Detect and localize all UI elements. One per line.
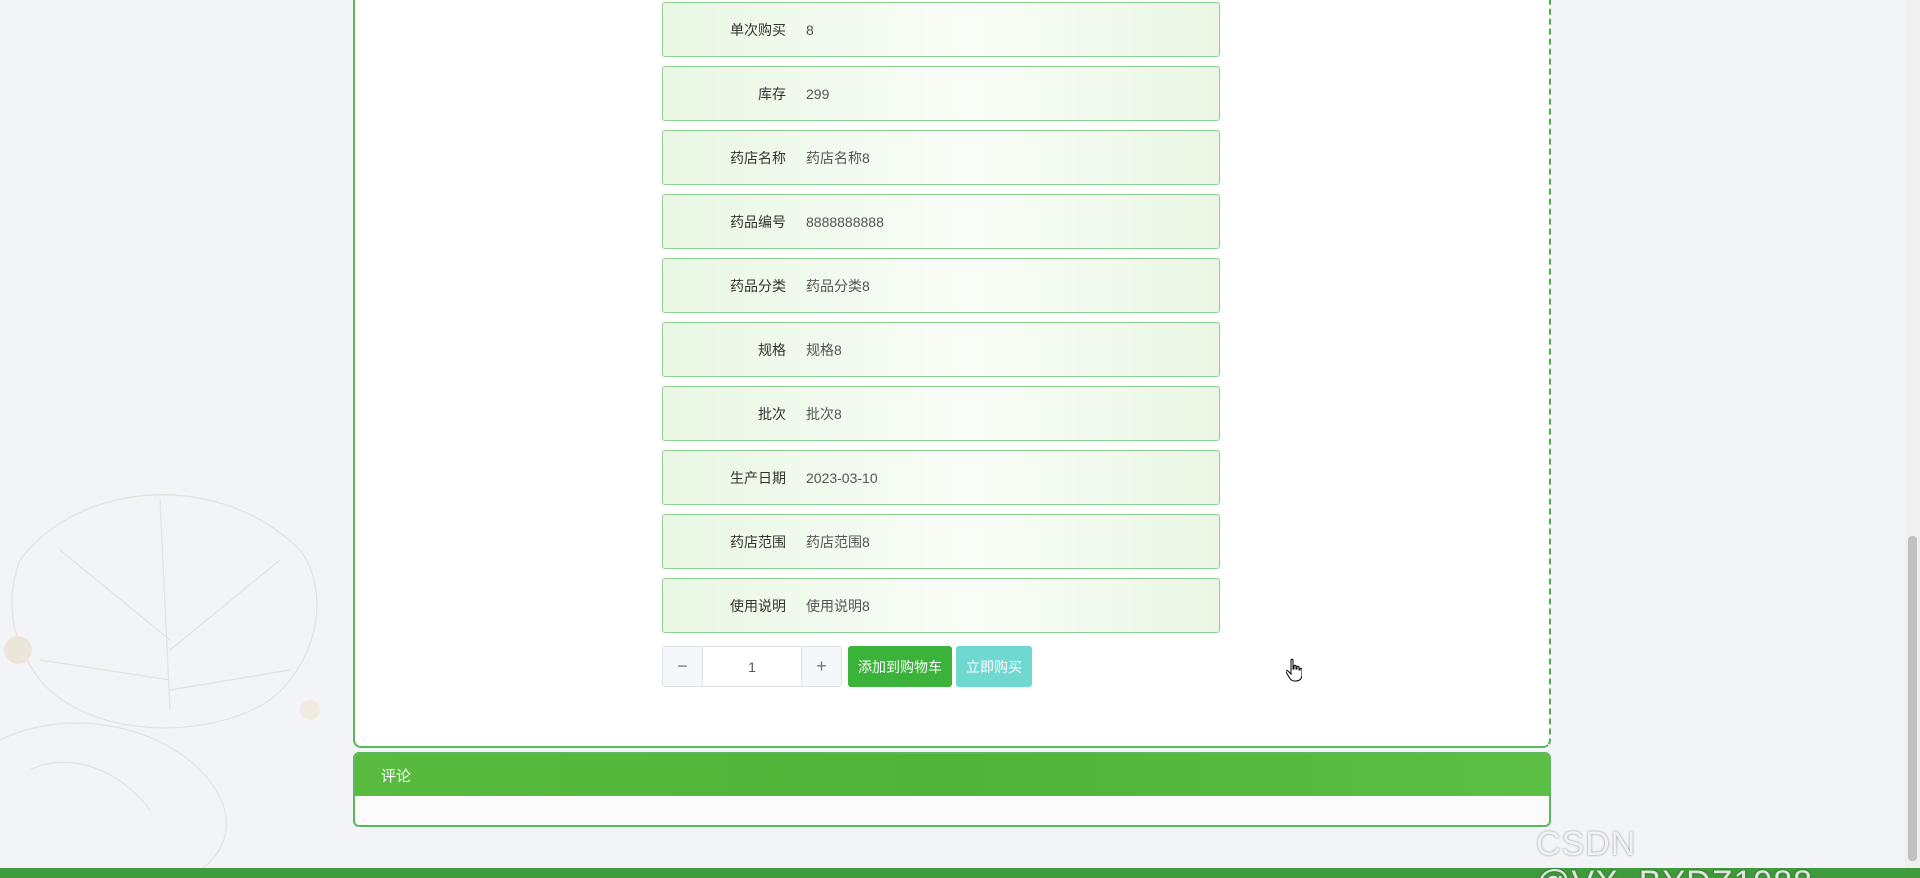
detail-label: 使用说明 [730,597,786,614]
increase-quantity-button[interactable]: + [801,647,841,686]
detail-label: 药品编号 [730,213,786,230]
decrease-quantity-button[interactable]: − [663,647,703,686]
detail-value: 2023-03-10 [806,469,878,486]
detail-label: 库存 [758,85,786,102]
buy-now-button[interactable]: 立即购买 [956,646,1032,687]
detail-row-production-date: 生产日期 2023-03-10 [662,450,1220,505]
detail-row-instructions: 使用说明 使用说明8 [662,578,1220,633]
detail-row-pharmacy-name: 药店名称 药店名称8 [662,130,1220,185]
detail-row-drug-number: 药品编号 8888888888 [662,194,1220,249]
detail-value: 使用说明8 [806,597,870,614]
detail-label: 药店范围 [730,533,786,550]
detail-value: 药店范围8 [806,533,870,550]
detail-row-pharmacy-scope: 药店范围 药店范围8 [662,514,1220,569]
detail-label: 规格 [758,341,786,358]
detail-label: 单次购买 [730,21,786,38]
detail-label: 药店名称 [730,149,786,166]
page-scrollbar-thumb[interactable] [1908,536,1917,861]
comments-title: 评论 [381,767,412,785]
product-detail-list: 单次购买 8 库存 299 药店名称 药店名称8 药品编号 8888888888… [662,2,1220,642]
detail-row-drug-category: 药品分类 药品分类8 [662,258,1220,313]
hand-pointer-icon [1286,658,1302,682]
detail-row-stock: 库存 299 [662,66,1220,121]
detail-value: 批次8 [806,405,842,422]
detail-row-batch: 批次 批次8 [662,386,1220,441]
detail-row-single-purchase: 单次购买 8 [662,2,1220,57]
detail-value: 8 [806,21,814,38]
detail-value: 药品分类8 [806,277,870,294]
detail-label: 药品分类 [730,277,786,294]
detail-label: 生产日期 [730,469,786,486]
comments-header: 评论 [355,754,1549,796]
detail-label: 批次 [758,405,786,422]
quantity-stepper: − + [662,646,842,687]
comments-panel: 评论 [353,752,1551,827]
detail-value: 规格8 [806,341,842,358]
detail-value: 8888888888 [806,213,884,230]
lotus-background-decoration [0,494,320,870]
quantity-input[interactable] [703,647,801,686]
add-to-cart-button[interactable]: 添加到购物车 [848,646,952,687]
detail-value: 药店名称8 [806,149,870,166]
detail-value: 299 [806,85,830,102]
product-detail-panel: 单次购买 8 库存 299 药店名称 药店名称8 药品编号 8888888888… [353,0,1551,748]
detail-row-specification: 规格 规格8 [662,322,1220,377]
purchase-bar: − + 添加到购物车 立即购买 [662,646,1032,687]
watermark-text: CSDN @VX_BYDZ1988 [1536,825,1812,878]
